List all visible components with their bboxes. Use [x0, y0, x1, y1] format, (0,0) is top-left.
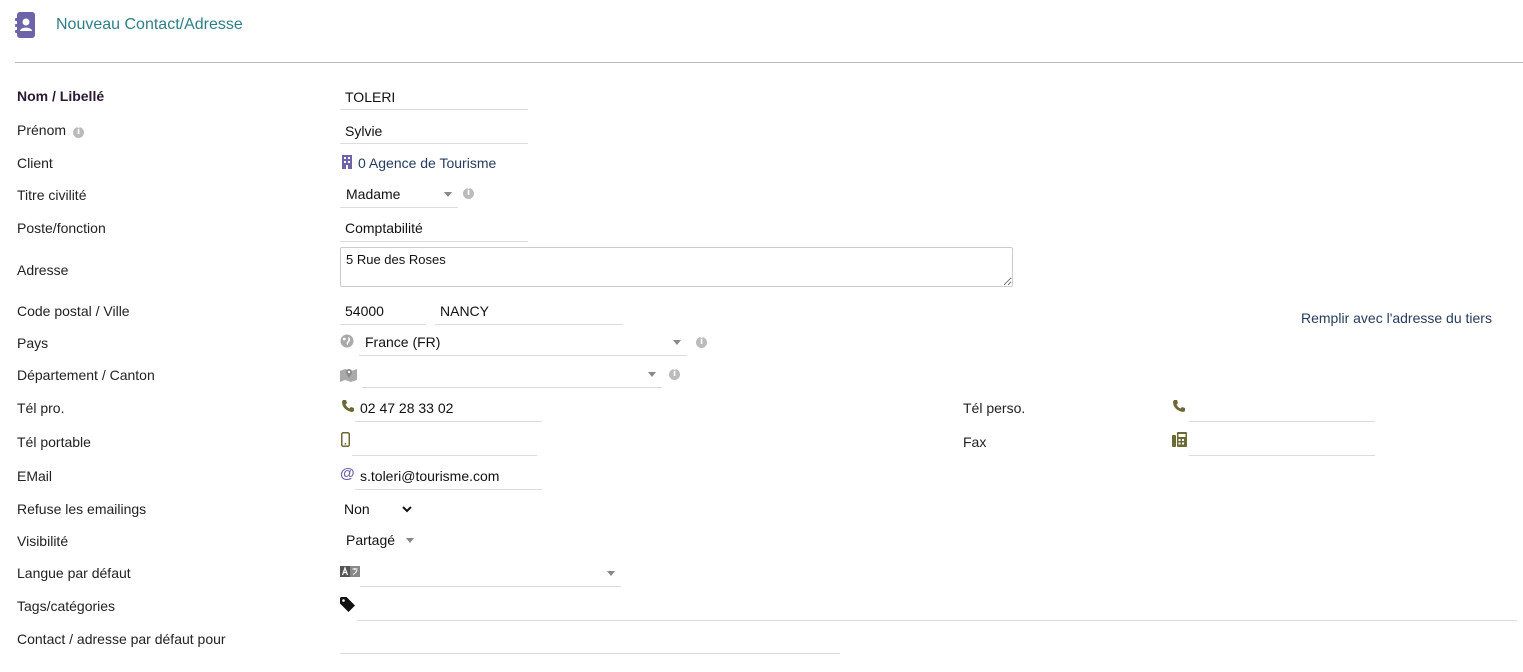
- fax-icon: [1172, 432, 1187, 447]
- refuse-emailings-select[interactable]: Non: [340, 497, 415, 521]
- pays-label: Pays: [17, 335, 49, 351]
- client-label: Client: [17, 155, 53, 171]
- info-icon[interactable]: i: [463, 188, 474, 199]
- map-icon: [340, 369, 357, 382]
- info-icon[interactable]: i: [696, 337, 707, 348]
- adresse-label: Adresse: [17, 262, 69, 278]
- tel-perso-input[interactable]: [1189, 394, 1375, 422]
- tags-label: Tags/catégories: [17, 598, 116, 614]
- titre-select-value: Madame: [346, 186, 401, 202]
- prenom-label-text: Prénom: [17, 122, 67, 138]
- info-icon[interactable]: i: [73, 127, 85, 138]
- nom-label: Nom / Libellé: [17, 88, 105, 104]
- tel-portable-label: Tél portable: [17, 434, 91, 450]
- pays-select-value: France (FR): [365, 334, 441, 350]
- poste-label: Poste/fonction: [17, 220, 106, 236]
- refuse-emailings-label: Refuse les emailings: [17, 501, 147, 517]
- fax-label: Fax: [963, 434, 987, 450]
- visibilite-label: Visibilité: [17, 533, 69, 549]
- code-postal-input[interactable]: [340, 298, 426, 325]
- mobile-phone-icon: [341, 432, 350, 447]
- page-title: Nouveau Contact/Adresse: [56, 16, 243, 33]
- globe-icon: [340, 334, 354, 348]
- poste-input[interactable]: [340, 215, 528, 242]
- departement-select[interactable]: [362, 362, 662, 388]
- language-icon: [340, 566, 360, 577]
- chevron-down-icon: [607, 571, 615, 576]
- chevron-down-icon: [406, 538, 414, 543]
- tel-pro-input[interactable]: [355, 394, 542, 422]
- default-for-input[interactable]: [340, 628, 840, 654]
- tag-icon: [340, 597, 355, 612]
- phone-icon: [342, 400, 354, 412]
- adresse-textarea[interactable]: 5 Rue des Roses: [340, 247, 1013, 287]
- client-link[interactable]: 0 Agence de Tourisme: [358, 155, 496, 171]
- fill-from-thirdparty-link[interactable]: Remplir avec l'adresse du tiers: [1301, 310, 1492, 326]
- tel-perso-label: Tél perso.: [963, 400, 1026, 416]
- fax-input[interactable]: [1189, 428, 1375, 456]
- chevron-down-icon: [444, 192, 452, 197]
- address-book-icon: [15, 12, 35, 38]
- prenom-label: Prénom i: [17, 122, 85, 138]
- ville-input[interactable]: [435, 298, 623, 325]
- langue-select[interactable]: [360, 561, 621, 587]
- nom-input[interactable]: [340, 84, 528, 110]
- titre-label: Titre civilité: [17, 187, 87, 203]
- page-header: Nouveau Contact/Adresse: [15, 10, 243, 40]
- building-icon: [342, 155, 352, 169]
- titre-select[interactable]: Madame: [340, 182, 458, 208]
- info-icon[interactable]: i: [669, 369, 680, 380]
- chevron-down-icon: [648, 372, 656, 377]
- header-divider: [15, 62, 1523, 63]
- prenom-input[interactable]: [340, 118, 528, 144]
- visibilite-select-value: Partagé: [346, 532, 396, 548]
- tel-pro-label: Tél pro.: [17, 400, 65, 416]
- visibilite-select[interactable]: Partagé: [340, 528, 420, 554]
- cp-ville-label: Code postal / Ville: [17, 303, 130, 319]
- phone-icon: [1173, 400, 1185, 412]
- departement-label: Département / Canton: [17, 367, 155, 383]
- tel-portable-input[interactable]: [352, 428, 537, 456]
- tags-input[interactable]: [357, 594, 1517, 621]
- email-label: EMail: [17, 468, 53, 484]
- pays-select[interactable]: France (FR): [359, 330, 687, 356]
- email-input[interactable]: [355, 462, 542, 490]
- langue-label: Langue par défaut: [17, 565, 131, 581]
- at-sign-icon: @: [340, 465, 355, 482]
- chevron-down-icon: [673, 340, 681, 345]
- default-for-label: Contact / adresse par défaut pour: [17, 631, 226, 647]
